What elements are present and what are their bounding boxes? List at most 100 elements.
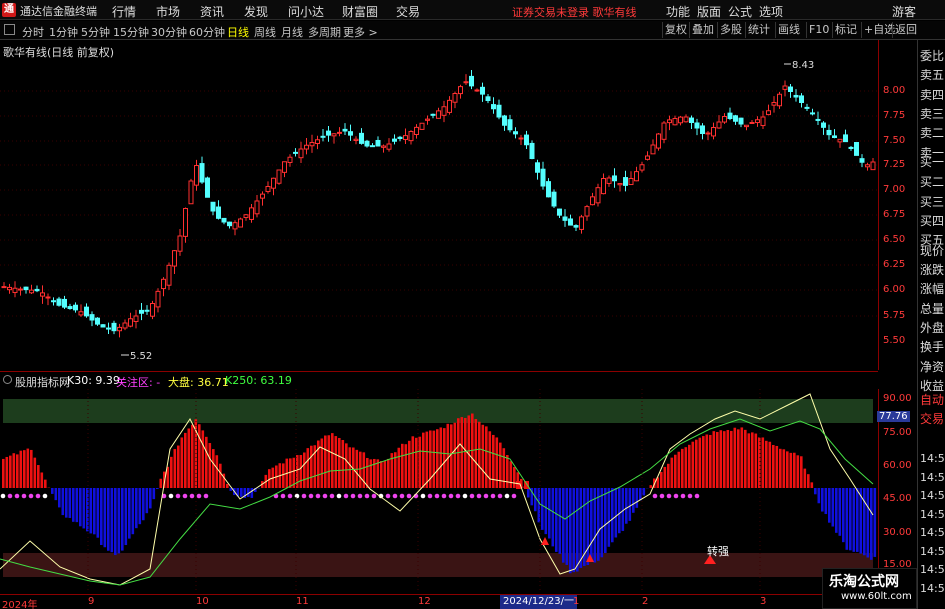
candle-body	[337, 131, 342, 134]
signal-dot	[497, 493, 503, 499]
overlay-button[interactable]: 叠加	[689, 22, 716, 38]
histogram-bar-positive	[793, 452, 796, 488]
watermark-url: www.60lt.com	[841, 591, 912, 602]
histogram-bar-negative	[873, 488, 877, 557]
indicator-chart[interactable]: 转强	[0, 389, 878, 593]
candle-body	[254, 200, 260, 215]
indicator-axis-tick: 45.00	[883, 493, 912, 504]
window-toggle-icon[interactable]	[4, 24, 15, 35]
price-axis-tick: 6.50	[883, 234, 906, 245]
menu-item-market[interactable]: 行情	[112, 3, 136, 20]
histogram-bar-negative	[65, 488, 68, 518]
signal-dot	[301, 493, 307, 499]
period-tab-more[interactable]: 更多 >	[343, 24, 378, 40]
histogram-bar-negative	[135, 488, 138, 529]
period-tab-multi[interactable]: 多周期	[308, 24, 341, 40]
candle-body	[837, 138, 843, 143]
pane-divider[interactable]	[0, 371, 878, 372]
menu-item-news[interactable]: 资讯	[200, 3, 224, 20]
histogram-bar-positive	[803, 468, 807, 488]
histogram-bar-positive	[485, 426, 488, 488]
candlestick-chart[interactable]: 8.43 5.52	[0, 40, 878, 370]
histogram-bar-positive	[775, 445, 779, 488]
candle-body	[645, 155, 650, 160]
period-tab-5min[interactable]: 5分钟	[81, 24, 110, 40]
period-tab-monthly[interactable]: 月线	[281, 24, 303, 40]
histogram-bar-negative	[555, 488, 558, 552]
f10-button[interactable]: F10	[806, 22, 831, 38]
chart-title: 歌华有线(日线 前复权)	[3, 46, 115, 59]
quote-field-20[interactable]: 交易	[920, 410, 945, 427]
period-tab-weekly[interactable]: 周线	[254, 24, 276, 40]
histogram-bar-negative	[82, 488, 86, 529]
histogram-bar-positive	[226, 483, 229, 488]
mark-button[interactable]: 标记	[832, 22, 859, 38]
candle-body	[843, 134, 848, 143]
histogram-bar-positive	[723, 431, 726, 488]
menu-item-wealth[interactable]: 财富圈	[342, 3, 378, 20]
period-tab-daily[interactable]: 日线	[227, 24, 249, 40]
candle-body	[722, 116, 727, 123]
histogram-bar-positive	[674, 454, 677, 488]
histogram-bar-positive	[513, 467, 516, 488]
histogram-bar-positive	[810, 482, 814, 488]
period-tab-intraday[interactable]: 分时	[22, 24, 44, 40]
app-title: 通达信金融终端	[20, 5, 97, 18]
period-tab-60min[interactable]: 60分钟	[189, 24, 225, 40]
stats-button[interactable]: 统计	[745, 22, 772, 38]
candle-body	[342, 128, 348, 132]
histogram-bar-negative	[558, 488, 562, 554]
histogram-bar-positive	[758, 437, 761, 488]
draw-line-button[interactable]: 画线	[775, 22, 802, 38]
histogram-bar-positive	[40, 472, 44, 488]
histogram-bar-positive	[397, 447, 401, 488]
signal-dot	[280, 493, 286, 499]
quote-field-6: 买一	[920, 155, 945, 169]
small-marker	[524, 481, 529, 489]
menu-item-guest[interactable]: 游客	[892, 3, 916, 20]
candle-body	[551, 191, 557, 207]
menu-item-ask[interactable]: 问小达	[288, 3, 324, 20]
tick-time: 14:56	[920, 544, 945, 558]
candle-body	[452, 93, 458, 103]
multi-stock-button[interactable]: 多股	[717, 22, 744, 38]
menu-item-layout[interactable]: 版面	[697, 3, 721, 20]
signal-dot	[659, 493, 665, 499]
menu-item-formula[interactable]: 公式	[728, 3, 752, 20]
histogram-bar-negative	[856, 488, 859, 552]
histogram-bar-positive	[366, 457, 369, 488]
candle-body	[397, 136, 403, 139]
candle-body	[78, 311, 84, 316]
histogram-bar-positive	[418, 436, 422, 488]
candle-body	[128, 318, 133, 327]
indicator-collapse-icon[interactable]	[3, 375, 12, 384]
quote-field-19[interactable]: 自动	[920, 391, 945, 408]
adjust-button[interactable]: 复权	[662, 22, 689, 38]
histogram-bar-positive	[464, 417, 467, 488]
candle-body	[133, 315, 139, 323]
histogram-bar-negative	[845, 488, 849, 550]
quote-field-1: 卖五	[920, 68, 945, 82]
menu-item-discover[interactable]: 发现	[244, 3, 268, 20]
candle-body	[34, 288, 40, 292]
histogram-bar-negative	[103, 488, 107, 548]
period-tab-1min[interactable]: 1分钟	[49, 24, 78, 40]
menu-item-trade[interactable]: 交易	[396, 3, 420, 20]
menu-item-options[interactable]: 选项	[759, 3, 783, 20]
price-axis-tick: 7.00	[883, 184, 906, 195]
menu-item-markets[interactable]: 市场	[156, 3, 180, 20]
period-tab-15min[interactable]: 15分钟	[113, 24, 149, 40]
histogram-bar-negative	[534, 488, 537, 512]
menu-item-function[interactable]: 功能	[666, 3, 690, 20]
histogram-bar-negative	[240, 488, 243, 497]
period-tab-30min[interactable]: 30分钟	[151, 24, 187, 40]
histogram-bar-positive	[5, 456, 9, 488]
indicator-name[interactable]: 股朋指标网	[15, 374, 70, 390]
candle-body	[568, 218, 573, 226]
candle-body	[320, 135, 326, 138]
back-button[interactable]: 返回	[892, 22, 919, 38]
signal-dot	[168, 493, 174, 499]
histogram-bar-negative	[597, 488, 600, 561]
candle-body	[287, 156, 293, 163]
login-status: 证券交易未登录 歌华有线	[512, 6, 637, 19]
